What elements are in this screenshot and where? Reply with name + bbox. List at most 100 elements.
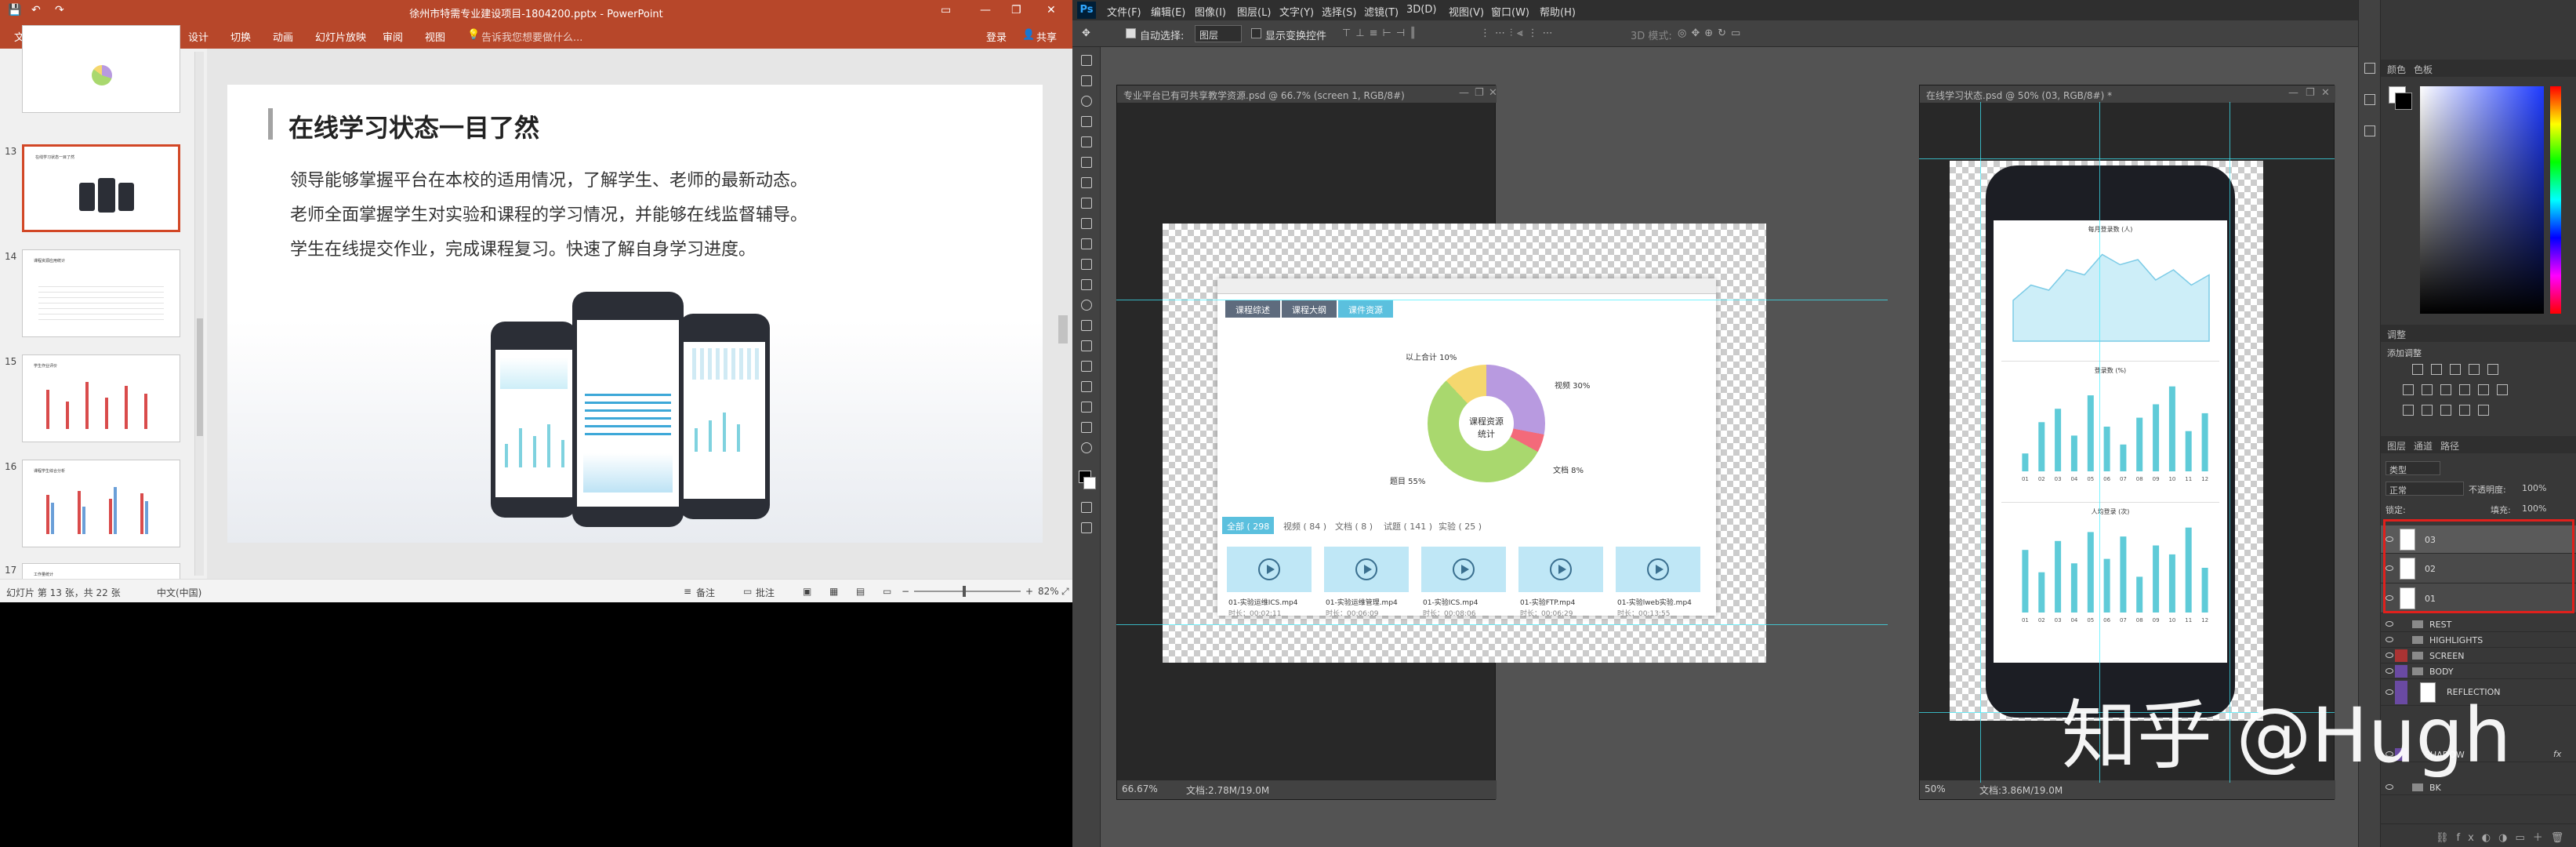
doc-maximize-icon[interactable]: ❐: [2306, 87, 2315, 99]
slide-body-line[interactable]: 学生在线提交作业，完成课程复习。快速了解自身学习进度。: [290, 235, 756, 260]
notes-button[interactable]: 备注: [696, 586, 715, 599]
channel-mixer-icon[interactable]: [2478, 384, 2489, 395]
menu-image[interactable]: 图像(I): [1195, 4, 1226, 19]
menu-filter[interactable]: 滤镜(T): [1364, 4, 1399, 19]
layer-name[interactable]: REST: [2429, 620, 2451, 630]
layer-group-row[interactable]: REST: [2381, 616, 2576, 632]
path-select-tool-icon[interactable]: [1081, 381, 1092, 392]
marquee-tool-icon[interactable]: [1081, 75, 1092, 86]
bg-color-swatch[interactable]: [2395, 93, 2412, 110]
close-icon[interactable]: ✕: [1047, 4, 1056, 16]
pen-tool-icon[interactable]: [1081, 340, 1092, 351]
share-button[interactable]: 共享: [1036, 29, 1057, 44]
tab-design[interactable]: 设计: [188, 29, 209, 44]
screen-mode-icon[interactable]: [1081, 522, 1092, 533]
tab-paths[interactable]: 路径: [2440, 439, 2459, 453]
color-field[interactable]: [2420, 86, 2544, 314]
normal-view-icon[interactable]: ▣: [803, 586, 811, 597]
doc-close-icon[interactable]: ✕: [2321, 87, 2330, 99]
photo-filter-icon[interactable]: [2459, 384, 2470, 395]
doc-maximize-icon[interactable]: ❐: [1475, 87, 1484, 99]
properties-panel-icon[interactable]: [2364, 94, 2375, 105]
vibrance-icon[interactable]: [2487, 364, 2498, 375]
signin-link[interactable]: 登录: [986, 29, 1007, 44]
blend-mode-dropdown[interactable]: 正常: [2386, 482, 2464, 496]
show-transform-checkbox[interactable]: [1251, 28, 1261, 38]
phone-mockup-left[interactable]: [491, 322, 577, 518]
eraser-tool-icon[interactable]: [1081, 259, 1092, 270]
visibility-eye-icon[interactable]: [2386, 668, 2393, 674]
exposure-icon[interactable]: [2469, 364, 2480, 375]
levels-icon[interactable]: [2431, 364, 2442, 375]
history-brush-icon[interactable]: [1081, 238, 1092, 249]
tab-view[interactable]: 视图: [425, 29, 445, 44]
stamp-tool-icon[interactable]: [1081, 218, 1092, 229]
blur-tool-icon[interactable]: [1081, 300, 1092, 311]
auto-select-checkbox[interactable]: [1126, 28, 1136, 38]
tab-channels[interactable]: 通道: [2414, 439, 2433, 453]
slide-thumbnail-12[interactable]: [22, 25, 180, 113]
tab-slideshow[interactable]: 幻灯片放映: [315, 29, 366, 44]
healing-tool-icon[interactable]: [1081, 177, 1092, 188]
layer-name[interactable]: HIGHLIGHTS: [2429, 635, 2483, 645]
doc1-zoom[interactable]: 66.67%: [1122, 783, 1158, 794]
zoom-slider-thumb[interactable]: [963, 586, 966, 597]
slide-canvas[interactable]: 在线学习状态一目了然 领导能够掌握平台在本校的适用情况，了解学生、老师的最新动态…: [227, 85, 1043, 543]
visibility-eye-icon[interactable]: [2386, 637, 2393, 642]
slide-thumbnail-15[interactable]: 学生作业评价: [22, 354, 180, 442]
menu-type[interactable]: 文字(Y): [1279, 4, 1314, 19]
posterize-icon[interactable]: [2422, 405, 2433, 416]
zoom-tool-icon[interactable]: [1081, 442, 1092, 453]
distribute-icons[interactable]: ⋮⋯⫶⫷⋮⋯: [1480, 27, 1558, 39]
slide-scrollbar[interactable]: [1055, 49, 1071, 579]
doc2-canvas[interactable]: 每月登录数 (人) 登录数 (%) 01 02 03 04 05 06 07 08 09 10 11…: [1950, 161, 2263, 721]
doc1-canvas[interactable]: 课程综述 课程大纲 课件资源 课程资源统计 视频 30% 文档 8% 题目 55…: [1163, 224, 1766, 663]
slide-thumbnail-16[interactable]: 课程学生综合分析: [22, 460, 180, 547]
gradient-tool-icon[interactable]: [1081, 279, 1092, 290]
document-tab-2[interactable]: 在线学习状态.psd @ 50% (03, RGB/8#) *: [1920, 85, 2335, 103]
quick-mask-icon[interactable]: [1081, 502, 1092, 513]
layer-select-dropdown[interactable]: 图层: [1195, 25, 1242, 42]
slide-thumbnail-13[interactable]: 在线学习状态一目了然: [22, 144, 180, 232]
slideshow-view-icon[interactable]: ▭: [883, 586, 891, 597]
move-tool-icon[interactable]: ✥: [1082, 27, 1090, 39]
tab-animations[interactable]: 动画: [273, 29, 293, 44]
type-tool-icon[interactable]: [1081, 361, 1092, 372]
lasso-tool-icon[interactable]: [1081, 96, 1092, 107]
zoom-out-icon[interactable]: −: [902, 586, 909, 597]
fx-icon[interactable]: fx: [2553, 749, 2561, 759]
minimize-icon[interactable]: —: [980, 4, 991, 16]
layer-group-row[interactable]: SCREEN: [2381, 648, 2576, 663]
doc2-zoom[interactable]: 50%: [1925, 783, 1946, 794]
hue-slider[interactable]: [2550, 86, 2561, 314]
selective-color-icon[interactable]: [2478, 405, 2489, 416]
fit-slide-icon[interactable]: ⤢: [1061, 586, 1069, 598]
curves-icon[interactable]: [2450, 364, 2461, 375]
hand-tool-icon[interactable]: [1081, 422, 1092, 433]
visibility-eye-icon[interactable]: [2386, 784, 2393, 790]
maximize-icon[interactable]: ❐: [1011, 4, 1021, 16]
background-color-swatch[interactable]: [1083, 477, 1096, 489]
color-lookup-icon[interactable]: [2497, 384, 2508, 395]
layer-name[interactable]: SCREEN: [2429, 651, 2464, 661]
user-icon[interactable]: 👤: [1022, 29, 1035, 41]
shape-tool-icon[interactable]: [1081, 402, 1092, 413]
language-status[interactable]: 中文(中国): [157, 586, 201, 599]
zoom-in-icon[interactable]: +: [1025, 586, 1033, 597]
sorter-view-icon[interactable]: ▦: [829, 586, 838, 597]
scrollbar-thumb[interactable]: [1058, 315, 1068, 344]
tab-layers[interactable]: 图层: [2387, 439, 2406, 453]
document-window-1[interactable]: 专业平台已有可共享教学资源.psd @ 66.7% (screen 1, RGB…: [1116, 85, 1766, 800]
brush-tool-icon[interactable]: [1081, 198, 1092, 209]
align-icons[interactable]: ⊤⊥≡⊢⊣║: [1342, 27, 1420, 39]
bw-icon[interactable]: [2440, 384, 2451, 395]
gradient-map-icon[interactable]: [2459, 405, 2470, 416]
tell-me-search[interactable]: 告诉我您想要做什么...: [481, 29, 582, 44]
tab-swatches[interactable]: 色板: [2414, 63, 2433, 76]
zoom-slider[interactable]: [914, 591, 1021, 592]
threshold-icon[interactable]: [2440, 405, 2451, 416]
color-balance-icon[interactable]: [2422, 384, 2433, 395]
3d-mode-icons[interactable]: ◎✥⊕↻▭: [1678, 27, 1745, 39]
history-panel-icon[interactable]: [2364, 63, 2375, 74]
menu-help[interactable]: 帮助(H): [1540, 4, 1576, 19]
